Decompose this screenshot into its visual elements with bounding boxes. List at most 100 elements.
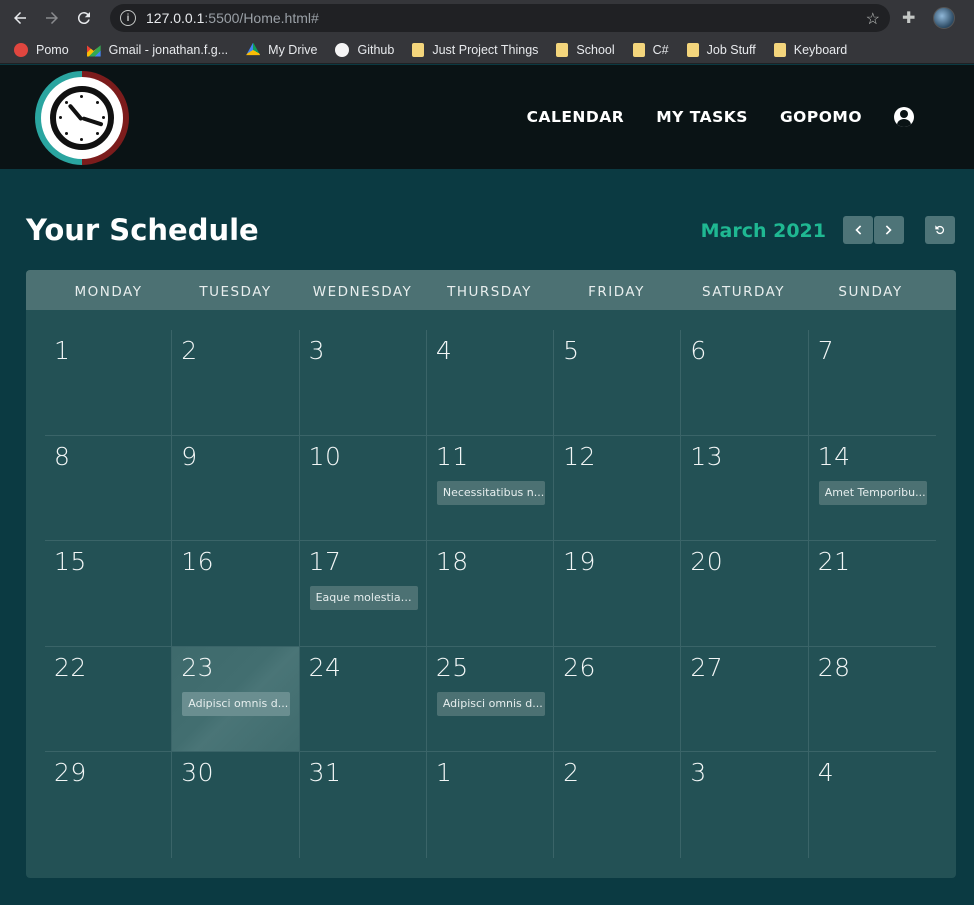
calendar-day-cell[interactable]: 18 [427, 541, 555, 646]
calendar-day-cell[interactable]: 3 [681, 752, 809, 858]
nav-calendar[interactable]: CALENDAR [527, 108, 625, 126]
weekday-saturday: SATURDAY [701, 284, 786, 300]
calendar-event-chip[interactable]: Necessitatibus n... [436, 480, 545, 505]
calendar-day-cell[interactable]: 7 [809, 330, 936, 435]
calendar-day-cell[interactable]: 25 Adipisci omnis d... [427, 646, 555, 751]
calendar-day-cell-today[interactable]: 23 Adipisci omnis d... [172, 646, 300, 751]
bookmark-school[interactable]: School [556, 42, 615, 57]
calendar-day-cell[interactable]: 9 [172, 435, 300, 540]
calendar-day-cell[interactable]: 2 [554, 752, 682, 858]
clock-tick [96, 101, 99, 104]
calendar-day-cell[interactable]: 3 [300, 330, 427, 435]
chevron-right-icon [885, 225, 892, 235]
bookmark-gmail[interactable]: Gmail - jonathan.f.g... [86, 43, 228, 57]
bookmark-drive[interactable]: My Drive [246, 42, 318, 57]
calendar-day-cell[interactable]: 26 [554, 646, 682, 751]
day-number: 1 [435, 758, 453, 787]
calendar-day-cell[interactable]: 13 [681, 435, 809, 540]
day-number: 30 [181, 758, 215, 787]
reload-icon[interactable] [72, 6, 96, 30]
calendar-day-cell[interactable]: 10 [300, 435, 427, 540]
day-number: 23 [181, 652, 215, 682]
bookmark-star-icon[interactable]: ☆ [866, 9, 880, 29]
bookmark-label: Github [357, 42, 395, 57]
day-number: 28 [817, 652, 851, 682]
prev-month-button[interactable] [843, 216, 873, 244]
nav-my-tasks[interactable]: MY TASKS [656, 108, 748, 126]
main-nav: CALENDAR MY TASKS GOPOMO [495, 107, 914, 127]
calendar-day-cell[interactable]: 8 [45, 435, 173, 540]
calendar-day-cell[interactable]: 4 [809, 752, 936, 858]
clock-logo-icon[interactable] [35, 71, 129, 165]
bookmark-label: Job Stuff [706, 42, 756, 57]
calendar-day-cell[interactable]: 16 [172, 541, 300, 646]
next-month-button[interactable] [874, 216, 904, 244]
day-number: 14 [817, 441, 851, 471]
calendar-day-cell[interactable]: 22 [45, 646, 173, 751]
day-number: 25 [435, 652, 469, 682]
bookmark-pomo[interactable]: Pomo [14, 42, 69, 57]
calendar-day-cell[interactable]: 20 [681, 541, 809, 646]
day-number: 31 [308, 758, 342, 787]
bookmark-label: School [576, 42, 615, 57]
bookmark-keyboard[interactable]: Keyboard [773, 42, 847, 57]
undo-icon [935, 225, 945, 235]
day-number: 15 [54, 547, 87, 576]
calendar-day-cell[interactable]: 1 [45, 330, 173, 435]
day-number: 4 [817, 758, 835, 787]
nav-gopomo[interactable]: GOPOMO [780, 108, 862, 126]
bookmark-label: Just Project Things [432, 42, 539, 57]
calendar-day-cell[interactable]: 31 [300, 752, 427, 858]
extensions-icon[interactable]: ✚ [902, 8, 915, 28]
bookmark-label: C# [652, 42, 669, 57]
day-number: 3 [308, 336, 325, 365]
day-number: 19 [563, 547, 596, 576]
calendar-event-chip[interactable]: Adipisci omnis d... [436, 691, 545, 716]
day-number: 2 [181, 336, 198, 365]
info-icon[interactable]: i [120, 10, 136, 26]
calendar-day-cell[interactable]: 28 [809, 647, 936, 752]
reset-today-button[interactable] [925, 216, 955, 244]
calendar-day-cell[interactable]: 4 [427, 330, 555, 435]
calendar-day-cell[interactable]: 6 [681, 330, 809, 435]
profile-avatar[interactable] [933, 7, 955, 29]
clock-tick [65, 101, 68, 104]
clock-face [50, 86, 114, 150]
bookmark-github[interactable]: Github [335, 42, 395, 57]
bookmark-just-project-things[interactable]: Just Project Things [412, 42, 539, 57]
weekday-sunday: SUNDAY [838, 284, 903, 300]
calendar-day-cell[interactable]: 15 [45, 541, 173, 646]
calendar-week-row: 1 2 3 4 5 6 7 [45, 330, 936, 436]
day-number: 16 [181, 547, 215, 576]
calendar-day-cell[interactable]: 27 [681, 646, 809, 751]
bookmark-csharp[interactable]: C# [632, 42, 669, 57]
calendar-day-cell[interactable]: 5 [554, 330, 682, 435]
day-number: 22 [54, 652, 87, 682]
calendar-day-cell[interactable]: 11 Necessitatibus n... [427, 435, 555, 540]
folder-icon [773, 42, 786, 57]
day-number: 11 [435, 441, 469, 471]
forward-icon[interactable] [40, 6, 64, 30]
calendar-event-chip[interactable]: Amet Temporibu... [818, 480, 927, 505]
user-account-icon[interactable] [894, 107, 914, 127]
calendar-day-cell[interactable]: 2 [172, 330, 300, 435]
calendar-event-chip[interactable]: Adipisci omnis d... [182, 691, 291, 716]
address-bar[interactable]: i 127.0.0.1:5500/Home.html# ☆ [110, 4, 890, 32]
bookmark-job-stuff[interactable]: Job Stuff [686, 42, 756, 57]
calendar-day-cell[interactable]: 17 Eaque molestiae ... [300, 541, 427, 646]
calendar-day-cell[interactable]: 24 [300, 646, 427, 751]
calendar-day-cell[interactable]: 14 Amet Temporibu... [809, 436, 936, 541]
calendar-day-cell[interactable]: 12 [554, 435, 682, 540]
calendar-event-chip[interactable]: Eaque molestiae ... [309, 586, 418, 610]
back-icon[interactable] [8, 6, 32, 30]
calendar-day-cell[interactable]: 21 [809, 541, 936, 646]
calendar-day-cell[interactable]: 1 [427, 752, 555, 858]
day-number: 18 [435, 547, 469, 576]
calendar-day-cell[interactable]: 30 [172, 752, 300, 858]
clock-tick [80, 95, 83, 98]
weekday-friday: FRIDAY [588, 284, 645, 300]
bookmark-label: My Drive [268, 42, 318, 57]
calendar-day-cell[interactable]: 19 [554, 541, 682, 646]
calendar-week-row: 29 30 31 1 2 3 4 [45, 752, 936, 858]
calendar-day-cell[interactable]: 29 [45, 752, 173, 858]
